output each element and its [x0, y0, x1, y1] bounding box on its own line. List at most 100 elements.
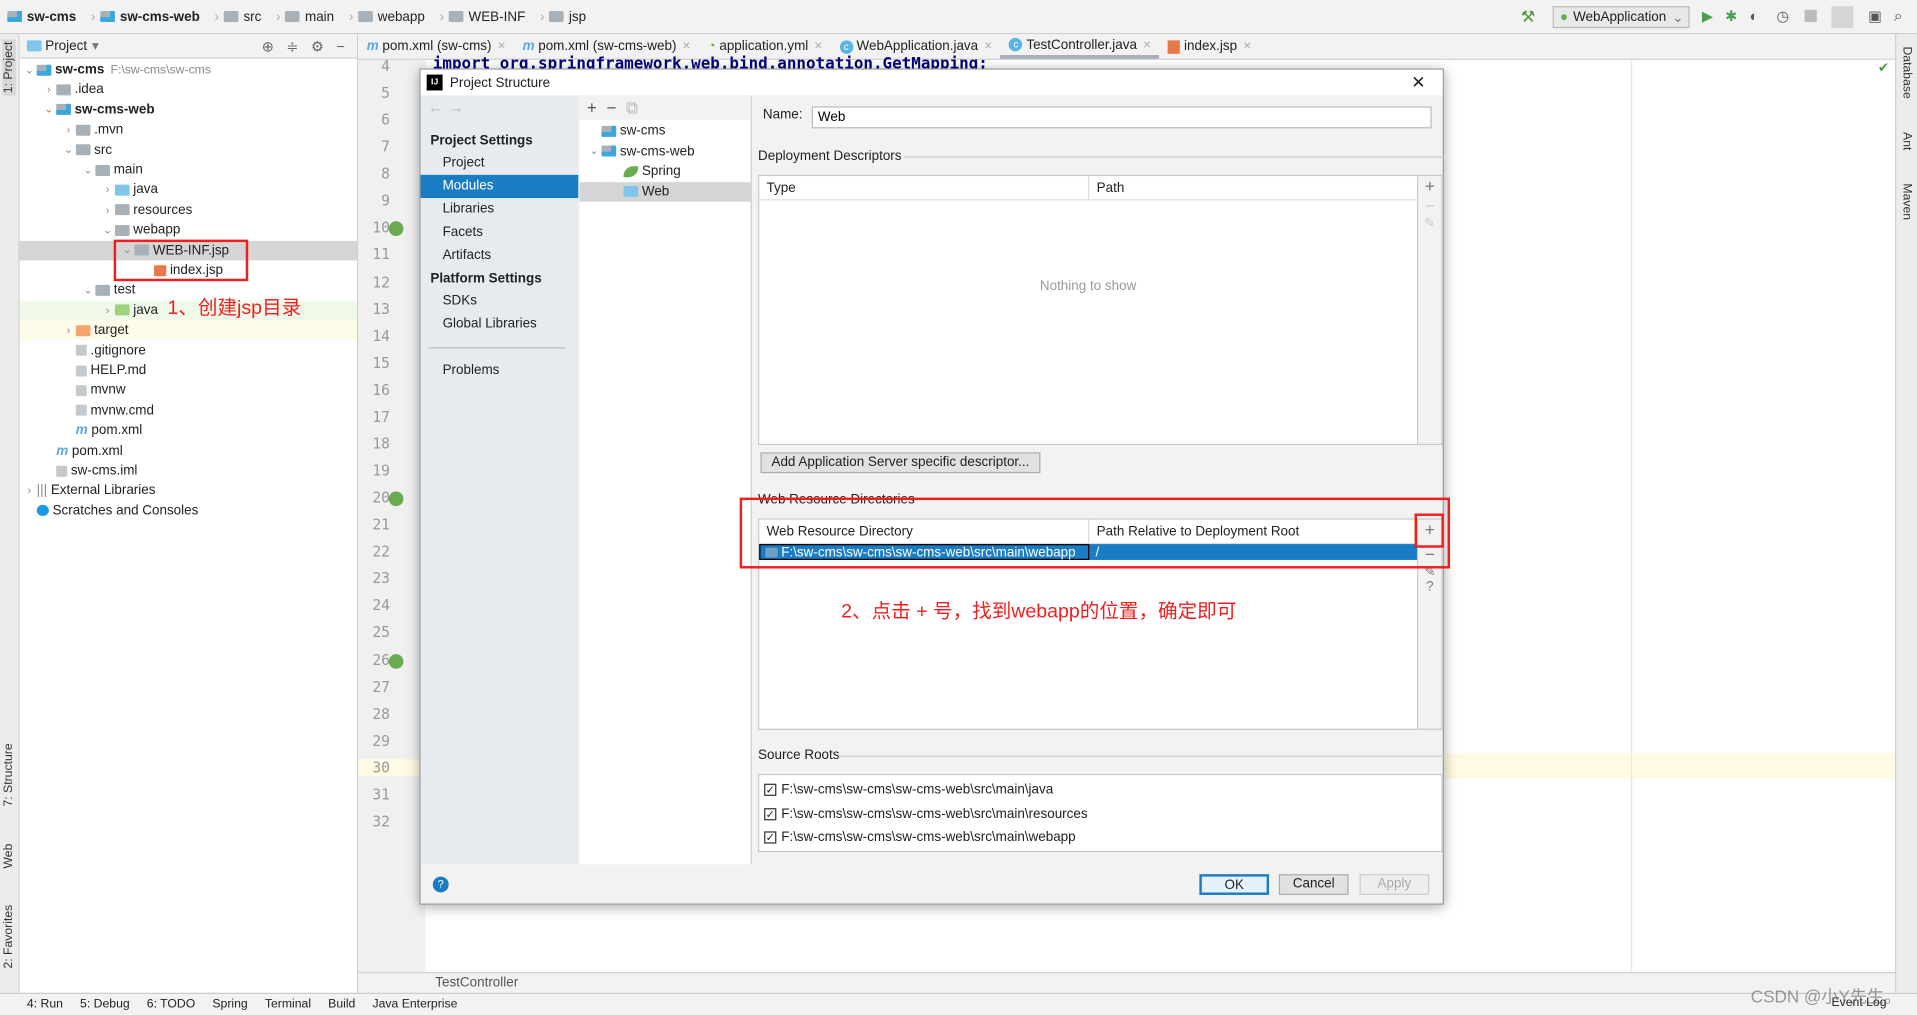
name-input[interactable] — [811, 106, 1432, 129]
tree-item[interactable]: › java — [20, 180, 357, 200]
checkbox-checked[interactable]: ✓ — [764, 831, 777, 845]
copy-icon[interactable]: ⧉ — [626, 98, 638, 118]
breadcrumb-item[interactable]: main — [285, 9, 339, 24]
project-structure-icon[interactable] — [1831, 6, 1854, 29]
back-forward-icons[interactable]: ← → — [428, 98, 464, 116]
help-icon[interactable]: ? — [432, 876, 449, 893]
project-panel-title[interactable]: Project — [45, 39, 87, 54]
profile-icon[interactable]: ◷ — [1776, 7, 1789, 24]
search-icon[interactable]: ⌕ — [1894, 6, 1903, 26]
tree-item[interactable]: › target — [19, 320, 357, 341]
spring-bean-gutter-icon[interactable] — [388, 653, 404, 669]
nav-artifacts[interactable]: Artifacts — [421, 245, 579, 268]
module-tree-item[interactable]: Spring — [580, 161, 751, 181]
close-icon[interactable]: × — [814, 39, 822, 54]
source-root-item[interactable]: ✓ F:\sw-cms\sw-cms\sw-cms-web\src\main\we… — [764, 831, 1076, 845]
module-tree-item[interactable]: ⌄ sw-cms-web — [580, 141, 751, 161]
tree-item[interactable]: Scratches and Consoles — [20, 501, 357, 521]
stripe-project[interactable]: 1: Project — [2, 39, 16, 96]
stripe-maven[interactable]: Maven — [1900, 183, 1913, 220]
debug-icon[interactable]: ✱ — [1725, 7, 1737, 24]
run-config-select[interactable]: ● WebApplication ⌄ — [1552, 6, 1690, 29]
col-type[interactable]: Type — [759, 176, 1090, 200]
tree-item[interactable]: › resources — [20, 200, 357, 220]
stripe-web[interactable]: Web — [2, 844, 15, 869]
chevron-down-icon[interactable]: ▾ — [92, 38, 99, 54]
checkbox-checked[interactable]: ✓ — [764, 783, 777, 796]
tree-item[interactable]: HELP.md — [20, 361, 357, 381]
remove-icon[interactable]: − — [1418, 196, 1441, 216]
remove-icon[interactable]: − — [606, 98, 616, 118]
nav-project[interactable]: Project — [421, 152, 579, 175]
spring-bean-gutter-icon[interactable] — [388, 221, 404, 237]
close-icon[interactable]: × — [498, 39, 506, 54]
tree-item[interactable]: sw-cms.iml — [20, 461, 357, 481]
cancel-button[interactable]: Cancel — [1278, 874, 1349, 895]
tool-window-spring[interactable]: Spring — [212, 998, 247, 1011]
window-icon[interactable]: ▣ — [1868, 7, 1882, 24]
source-root-item[interactable]: ✓ F:\sw-cms\sw-cms\sw-cms-web\src\main\ja… — [764, 782, 1053, 797]
breadcrumb-item[interactable]: sw-cms — [7, 9, 81, 24]
tree-item[interactable]: ⌄ main — [20, 160, 357, 180]
add-descriptor-button[interactable]: Add Application Server specific descript… — [760, 452, 1041, 474]
spring-bean-gutter-icon[interactable] — [388, 491, 404, 507]
add-icon[interactable]: + — [1418, 176, 1441, 196]
tab-index-jsp[interactable]: index.jsp × — [1160, 34, 1260, 58]
stripe-structure[interactable]: 7: Structure — [2, 743, 15, 806]
nav-global-libraries[interactable]: Global Libraries — [421, 313, 579, 336]
close-icon[interactable]: × — [683, 39, 691, 54]
breadcrumb-item[interactable]: jsp — [549, 9, 591, 24]
tree-item[interactable]: › ||| External Libraries — [20, 481, 357, 501]
nav-problems[interactable]: Problems — [421, 359, 579, 382]
stop-icon[interactable] — [1804, 9, 1817, 23]
tree-item[interactable]: m pom.xml — [20, 441, 357, 461]
tree-item[interactable]: › .mvn — [20, 120, 357, 140]
run-icon[interactable]: ▶ — [1702, 7, 1713, 24]
module-tree-item[interactable]: sw-cms — [580, 121, 751, 141]
nav-libraries[interactable]: Libraries — [421, 198, 579, 221]
tree-item[interactable]: ⌄ src — [20, 140, 357, 160]
nav-modules[interactable]: Modules — [420, 174, 579, 199]
close-icon[interactable]: × — [1143, 37, 1151, 52]
tool-window-build[interactable]: Build — [328, 998, 355, 1011]
tool-window-terminal[interactable]: Terminal — [265, 998, 311, 1011]
tool-window-6-todo[interactable]: 6: TODO — [147, 998, 195, 1011]
editor-breadcrumb[interactable]: TestController — [358, 971, 1896, 993]
ok-button[interactable]: OK — [1199, 874, 1270, 895]
stripe-database[interactable]: Database — [1900, 46, 1913, 98]
apply-button[interactable]: Apply — [1359, 874, 1430, 895]
tool-window-5-debug[interactable]: 5: Debug — [80, 998, 130, 1011]
close-icon[interactable]: ✕ — [1411, 72, 1425, 93]
nav-facets[interactable]: Facets — [421, 221, 579, 244]
tool-window-java-enterprise[interactable]: Java Enterprise — [372, 998, 457, 1011]
breadcrumb-item[interactable]: webapp — [358, 9, 430, 24]
breadcrumb-item[interactable]: src — [223, 9, 266, 24]
source-root-item[interactable]: ✓ F:\sw-cms\sw-cms\sw-cms-web\src\main\re… — [764, 807, 1088, 821]
tree-item[interactable]: ⌄ sw-cms F:\sw-cms\sw-cms — [20, 60, 357, 80]
module-tree-item[interactable]: Web — [579, 181, 751, 202]
col-path[interactable]: Path — [1089, 176, 1125, 199]
tree-item[interactable]: mvnw.cmd — [20, 401, 357, 421]
stripe-ant[interactable]: Ant — [1900, 132, 1913, 150]
tree-item[interactable]: mvnw — [20, 381, 357, 401]
tool-window-4-run[interactable]: 4: Run — [27, 998, 63, 1011]
close-icon[interactable]: × — [984, 39, 992, 54]
tree-item[interactable]: ⌄ webapp — [20, 220, 357, 240]
edit-icon[interactable]: ✎ — [1418, 215, 1441, 231]
tree-item[interactable]: m pom.xml — [20, 421, 357, 441]
nav-sdks[interactable]: SDKs — [421, 290, 579, 313]
close-icon[interactable]: × — [1243, 39, 1251, 54]
tree-item[interactable]: › .idea — [20, 80, 357, 100]
tab-testcontroller-java[interactable]: c TestController.java × — [1000, 34, 1160, 59]
checkbox-checked[interactable]: ✓ — [764, 807, 777, 820]
tree-item[interactable]: .gitignore — [20, 341, 357, 361]
tree-item[interactable]: ⌄ sw-cms-web — [20, 100, 357, 120]
help-icon[interactable]: ? — [1418, 580, 1441, 595]
add-icon[interactable]: + — [587, 98, 597, 118]
build-hammer-icon[interactable]: ⚒ — [1521, 7, 1535, 27]
panel-actions-icons[interactable]: ⊕≑⚙− — [262, 37, 357, 54]
stripe-favorites[interactable]: 2: Favorites — [2, 905, 15, 969]
breadcrumb-item[interactable]: sw-cms-web — [100, 9, 204, 24]
breadcrumb-item[interactable]: WEB-INF — [448, 9, 530, 24]
coverage-icon[interactable]: ◐ — [1750, 7, 1759, 24]
